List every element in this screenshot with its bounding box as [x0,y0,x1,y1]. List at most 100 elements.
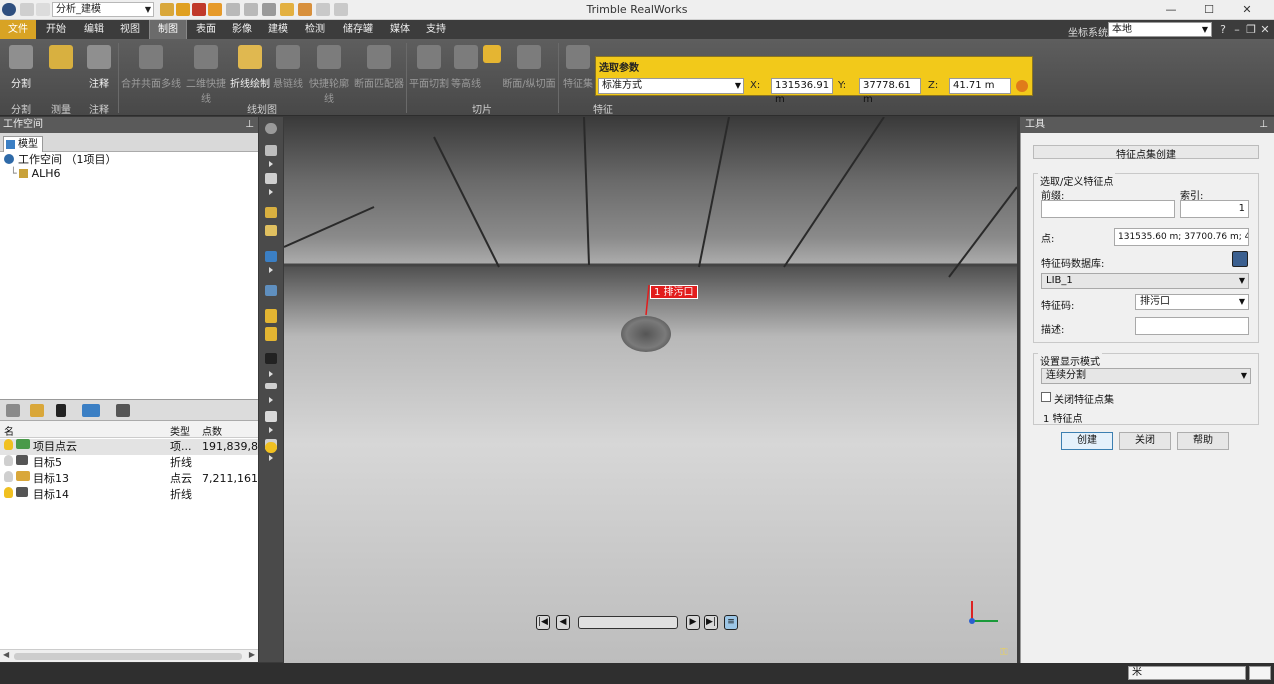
measure-icon[interactable] [280,3,294,16]
tab-surface[interactable]: 表面 [188,20,224,39]
tree-root[interactable]: 工作空间 （1项目） [4,153,117,167]
print-icon[interactable] [262,3,276,16]
contour-button[interactable]: 等高线 [450,43,482,93]
ribbon-close-icon[interactable]: ✕ [1258,22,1272,38]
properties-icon[interactable] [116,404,130,417]
tab-media[interactable]: 媒体 [382,20,418,39]
walk-icon[interactable] [265,145,277,156]
tab-support[interactable]: 支持 [418,20,454,39]
expand-arrow-icon[interactable] [269,189,273,195]
list-item[interactable]: 目标13 点云 7,211,161 [0,471,258,487]
warning-icon[interactable] [265,309,277,323]
prefix-input[interactable] [1041,200,1175,218]
y-field[interactable]: 37778.61 m [859,78,921,105]
bulb-off-icon[interactable] [4,455,13,466]
library-browse-icon[interactable] [1232,251,1248,267]
x-field[interactable]: 131536.91 m [771,78,833,105]
color-mode-icon[interactable] [265,353,277,364]
expand-arrow-icon[interactable] [269,371,273,377]
clip-icon[interactable] [265,327,277,341]
merge-polyline-button[interactable]: 合并共面多线 [121,43,181,93]
section-match-button[interactable]: 断面匹配器 [354,43,404,93]
list-item[interactable]: 目标5 折线 [0,455,258,471]
curve-button[interactable]: 悬链线 [271,43,305,93]
horizontal-scrollbar[interactable]: ◀ ▶ [0,649,258,662]
feature-button[interactable]: 特征集 [562,43,594,93]
column-type[interactable]: 类型 [170,423,190,438]
paint-icon[interactable] [298,3,312,16]
point-input[interactable]: 131535.60 m; 37700.76 m; 41.22 m [1114,228,1249,246]
station-list-button[interactable]: ≡ [724,615,738,630]
library-select[interactable]: LIB_1 ▼ [1041,273,1249,289]
unit-display[interactable]: 米 [1128,666,1246,680]
scroll-right-icon[interactable]: ▶ [249,650,255,659]
display-mode-select[interactable]: 连续分割 ▼ [1041,368,1251,384]
tab-edit[interactable]: 编辑 [76,20,112,39]
expand-arrow-icon[interactable] [269,161,273,167]
pin-icon[interactable]: ⊥ [1259,117,1268,133]
column-name[interactable]: 名 [4,423,14,438]
render-icon[interactable] [265,285,277,296]
index-input[interactable]: 1 [1180,200,1249,218]
eraser-icon[interactable] [265,173,277,184]
light-icon[interactable] [265,411,277,422]
search-icon[interactable] [6,404,20,417]
undo-icon[interactable] [20,3,34,16]
code-select[interactable]: 排污口 ▼ [1135,294,1249,310]
tab-model[interactable]: 模型 [3,136,43,152]
tab-image[interactable]: 影像 [224,20,260,39]
record-icon[interactable] [192,3,206,16]
open-icon[interactable] [176,3,190,16]
tab-inspect[interactable]: 检测 [297,20,333,39]
section-button[interactable]: 断面/纵切面 [502,43,556,93]
help-button[interactable]: 帮助 [1177,432,1229,450]
tab-modeling[interactable]: 建模 [260,20,296,39]
expand-arrow-icon[interactable] [269,397,273,403]
help-icon[interactable]: ? [1216,22,1230,38]
ribbon-minimize-icon[interactable]: – [1230,22,1244,38]
edit-icon[interactable] [316,3,330,16]
expand-arrow-icon[interactable] [269,427,273,433]
pick-settings-icon[interactable] [1016,80,1028,92]
list-item[interactable]: 目标14 折线 [0,487,258,503]
tab-drawing[interactable]: 制图 [149,20,187,39]
redo-icon[interactable] [36,3,50,16]
tab-home[interactable]: 开始 [38,20,74,39]
pin-icon[interactable]: ⊥ [245,117,254,133]
box-icon[interactable] [265,225,277,236]
tab-tank[interactable]: 储存罐 [335,20,381,39]
point-size-icon[interactable] [265,383,277,389]
close-featureset-checkbox[interactable] [1041,392,1051,402]
close-icon[interactable]: ✕ [1236,2,1258,18]
minimize-icon[interactable]: — [1160,2,1182,18]
z-field[interactable]: 41.71 m [949,78,1011,94]
split-button[interactable]: 分割 [4,43,38,93]
coord-system-select[interactable]: 本地 ▼ [1108,22,1212,37]
column-points[interactable]: 点数 [202,423,222,438]
light-bulb-icon[interactable] [265,442,277,453]
close-button[interactable]: 关闭 [1119,432,1171,450]
bulb-on-icon[interactable] [4,487,13,498]
import-icon[interactable] [208,3,222,16]
3d-viewport[interactable]: 1 排污口 |◀ ◀ ▶ ▶| ≡ ⚿ [284,117,1017,663]
quick-2d-button[interactable]: 二维快捷线 [182,43,230,105]
list-view-icon[interactable] [82,404,100,417]
project-select[interactable]: 分析_建模 ▼ [52,2,154,17]
maximize-icon[interactable]: ☐ [1198,2,1220,18]
tool-icon[interactable] [334,3,348,16]
lock-icon[interactable]: ⚿ [1000,647,1014,659]
measure-button[interactable] [44,43,78,93]
folder-icon[interactable] [30,404,44,417]
scroll-left-icon[interactable]: ◀ [3,650,9,659]
tree-item-alh6[interactable]: └ ALH6 [10,167,61,181]
save-as-icon[interactable] [244,3,258,16]
app-logo-icon[interactable] [2,3,16,16]
pick-mode-select[interactable]: 标准方式 ▼ [598,78,744,94]
expand-arrow-icon[interactable] [269,267,273,273]
bulb-off-icon[interactable] [4,471,13,482]
orbit-icon[interactable] [265,123,277,134]
scroll-thumb[interactable] [14,653,242,660]
zoom-icon[interactable] [265,207,277,218]
annotate-button[interactable]: 注释 [82,43,116,93]
first-station-button[interactable]: |◀ [536,615,550,630]
